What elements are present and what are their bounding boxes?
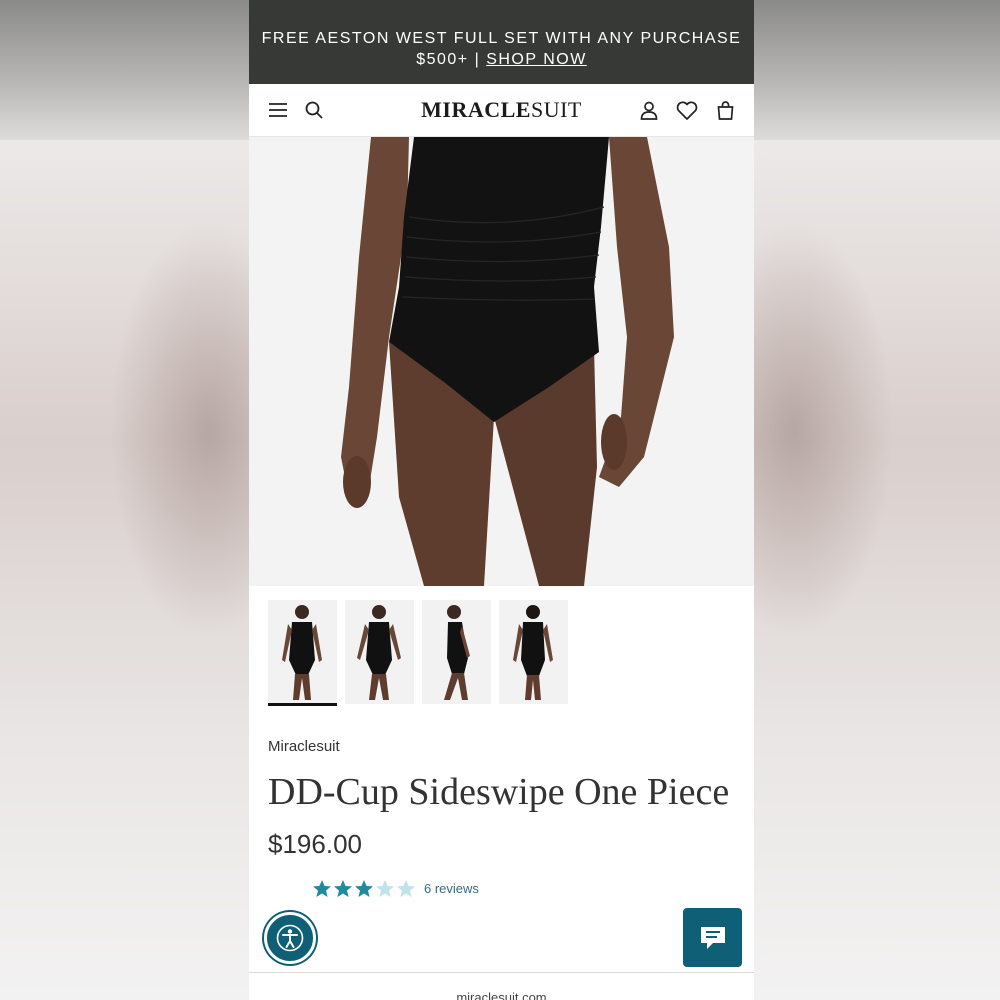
thumbnail-front-2[interactable]: [345, 600, 414, 704]
mobile-screen: FREE AESTON WEST FULL SET WITH ANY PURCH…: [249, 0, 754, 1000]
divider: [249, 972, 754, 973]
shop-now-link[interactable]: SHOP NOW: [486, 51, 587, 68]
blurred-backdrop-left: [0, 0, 249, 1000]
account-icon[interactable]: [638, 99, 660, 121]
product-main-image[interactable]: [249, 137, 754, 586]
thumbnail-front[interactable]: [268, 600, 337, 706]
site-logo[interactable]: MIRACLESUIT: [421, 97, 582, 123]
search-icon[interactable]: [303, 99, 325, 121]
thumbnail-strip: [249, 586, 754, 706]
thumbnail-side[interactable]: [422, 600, 491, 704]
chat-icon: [700, 926, 725, 949]
star-filled-icon: [334, 879, 352, 897]
bag-icon[interactable]: [714, 99, 736, 121]
chat-button[interactable]: [683, 908, 742, 967]
product-title: DD-Cup Sideswipe One Piece: [268, 771, 730, 813]
promo-banner: FREE AESTON WEST FULL SET WITH ANY PURCH…: [249, 0, 754, 84]
reviews-link[interactable]: 6 reviews: [424, 881, 479, 896]
heart-icon[interactable]: [676, 99, 698, 121]
star-filled-icon: [355, 879, 373, 897]
star-empty-icon: [397, 879, 415, 897]
star-filled-icon: [313, 879, 331, 897]
thumbnail-back[interactable]: [499, 600, 568, 704]
browser-url: miraclesuit.com: [456, 990, 547, 1000]
star-empty-icon: [376, 879, 394, 897]
promo-line-2: $500+ | SHOP NOW: [249, 49, 754, 70]
site-header: MIRACLESUIT: [249, 84, 754, 137]
promo-line-1: FREE AESTON WEST FULL SET WITH ANY PURCH…: [261, 30, 742, 47]
accessibility-icon: [276, 924, 304, 952]
logo-bold-text: MIRACLE: [421, 97, 531, 122]
promo-threshold: $500+ |: [416, 51, 487, 68]
product-info: Miraclesuit DD-Cup Sideswipe One Piece $…: [249, 704, 754, 908]
menu-icon[interactable]: [267, 99, 289, 121]
blurred-backdrop-right: [754, 0, 1000, 1000]
star-rating[interactable]: [312, 879, 416, 898]
product-brand[interactable]: Miraclesuit: [268, 738, 735, 755]
accessibility-button[interactable]: [264, 912, 316, 964]
rating-row: 6 reviews: [268, 868, 735, 908]
product-price: $196.00: [268, 829, 362, 859]
logo-light-text: SUIT: [530, 97, 582, 122]
